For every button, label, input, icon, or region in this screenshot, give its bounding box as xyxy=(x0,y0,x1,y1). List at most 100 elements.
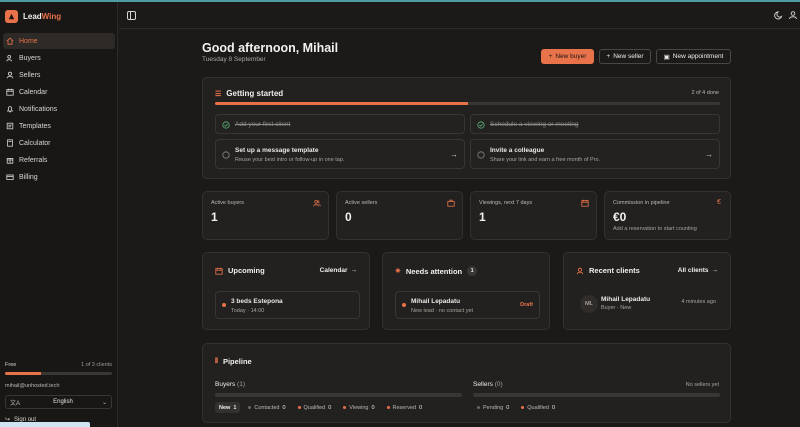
alert-icon: ✷ xyxy=(395,268,401,275)
translate-icon: 文A xyxy=(10,400,21,407)
sidebar-item-billing[interactable]: Billing xyxy=(3,169,115,185)
brand[interactable]: LeadWing xyxy=(5,10,61,23)
moon-icon[interactable] xyxy=(774,10,784,20)
task-title: Add your first client xyxy=(235,121,291,128)
stage-qualified[interactable]: Qualified 0 xyxy=(294,402,336,413)
sidebar-item-label: Calculator xyxy=(19,139,51,147)
client-name: Mihail Lepadatu xyxy=(601,296,651,303)
user-menu-icon[interactable] xyxy=(788,10,798,20)
stage-dot xyxy=(477,406,480,409)
users-icon xyxy=(313,199,321,207)
plan-name: Free xyxy=(5,362,17,368)
referral-icon xyxy=(6,158,14,164)
stage-pending[interactable]: Pending 0 xyxy=(473,402,513,413)
leadwing-logo-icon xyxy=(5,10,18,23)
sidebar-item-label: Referrals xyxy=(19,156,48,164)
new-seller-label: New seller xyxy=(613,53,644,60)
sidebar-item-notifications[interactable]: Notifications xyxy=(3,101,115,117)
upcoming-card: Upcoming Calendar → 3 beds Estepona Toda… xyxy=(202,252,370,330)
task-schedule-viewing[interactable]: Schedule a viewing or meeting xyxy=(470,114,720,134)
calendar-icon xyxy=(581,199,589,207)
stage-label: New xyxy=(219,404,231,411)
new-seller-button[interactable]: + New seller xyxy=(599,49,651,64)
stat-active-sellers[interactable]: Active sellers 0 xyxy=(336,191,463,240)
sidebar-item-home[interactable]: Home xyxy=(3,33,115,49)
sidebar-item-templates[interactable]: Templates xyxy=(3,118,115,134)
stage-label: Contacted xyxy=(254,404,280,411)
status-url-tooltip xyxy=(0,422,90,427)
user-icon xyxy=(6,71,14,79)
top-bar xyxy=(119,2,800,29)
plus-icon: + xyxy=(548,53,553,60)
attention-item[interactable]: Mihail Lepadatu New lead · no contact ye… xyxy=(395,291,540,319)
plus-icon: + xyxy=(606,53,611,60)
stage-reserved[interactable]: Reserved 0 xyxy=(383,402,427,413)
sidebar-item-label: Sellers xyxy=(19,71,41,79)
stage-viewing[interactable]: Viewing 0 xyxy=(339,402,378,413)
bell-icon xyxy=(6,106,14,113)
task-subtitle: Reuse your best intro or follow-up in on… xyxy=(235,157,345,163)
buyer-stages: New 1 Contacted 0 Qualified 0 Viewing 0 Rese… xyxy=(215,402,426,413)
briefcase-icon xyxy=(447,199,455,207)
sidebar-item-buyers[interactable]: Buyers xyxy=(3,50,115,66)
buyers-pipeline-bar xyxy=(215,393,462,397)
avatar: ML xyxy=(580,295,598,313)
status-dot xyxy=(402,303,406,307)
arrow-right-icon: → xyxy=(450,150,458,159)
calendar-link[interactable]: Calendar → xyxy=(320,267,357,274)
stage-dot xyxy=(343,406,347,409)
sidebar-item-sellers[interactable]: Sellers xyxy=(3,67,115,83)
arrow-right-icon: → xyxy=(711,267,719,274)
new-buyer-button[interactable]: + New buyer xyxy=(541,49,594,64)
stage-dot xyxy=(248,406,252,409)
sidebar-item-label: Templates xyxy=(19,122,51,130)
stage-seller-qualified[interactable]: Qualified 0 xyxy=(517,402,559,413)
plan-usage-fill xyxy=(5,372,41,375)
brand-name: LeadWing xyxy=(23,12,62,21)
stage-contacted[interactable]: Contacted 0 xyxy=(244,402,289,413)
arrow-right-icon: → xyxy=(350,267,358,274)
task-message-template[interactable]: Set up a message template Reuse your bes… xyxy=(215,139,465,169)
sidebar-item-calculator[interactable]: Calculator xyxy=(3,135,115,151)
draft-tag: Draft xyxy=(520,302,533,308)
upcoming-item-time: Today · 14:00 xyxy=(231,308,265,314)
task-invite-colleague[interactable]: Invite a colleague Share your link and e… xyxy=(470,139,720,169)
needs-attention-title: Needs attention xyxy=(405,266,463,276)
plan-usage: Free 1 of 3 clients xyxy=(5,362,112,375)
task-subtitle: Share your link and earn a free month of… xyxy=(490,157,601,163)
sidebar-toggle-icon[interactable] xyxy=(127,11,136,20)
stage-label: Qualified xyxy=(527,404,549,411)
user-icon xyxy=(576,267,584,274)
upcoming-item-title: 3 beds Estepona xyxy=(231,298,283,305)
sidebar-item-calendar[interactable]: Calendar xyxy=(3,84,115,100)
sellers-empty-note: No sellers yet xyxy=(685,382,719,388)
users-icon xyxy=(6,54,12,62)
sidebar-item-referrals[interactable]: Referrals xyxy=(3,152,115,168)
task-title: Invite a colleague xyxy=(490,147,545,154)
new-appointment-label: New appointment xyxy=(672,53,724,60)
current-date: Tuesday 8 September xyxy=(202,56,266,63)
stage-label: Pending xyxy=(483,404,504,411)
getting-started-progress xyxy=(215,102,720,105)
language-value: English xyxy=(53,399,73,405)
stat-commission[interactable]: Commission in pipeline €0 € Add a reserv… xyxy=(604,191,731,240)
stat-viewings[interactable]: Viewings, next 7 days 1 xyxy=(470,191,597,240)
stage-dot xyxy=(521,406,525,409)
check-circle-icon xyxy=(222,121,230,129)
euro-icon: € xyxy=(717,199,721,206)
recent-client-row[interactable]: ML Mihail Lepadatu Buyer · New 4 minutes… xyxy=(576,293,718,315)
stage-new[interactable]: New 1 xyxy=(215,402,241,413)
stat-active-buyers[interactable]: Active buyers 1 xyxy=(202,191,329,240)
language-select[interactable]: 文A English ⌄ xyxy=(5,395,112,409)
all-clients-link[interactable]: All clients → xyxy=(678,267,718,274)
task-add-first-client[interactable]: Add your first client xyxy=(215,114,465,134)
upcoming-item[interactable]: 3 beds Estepona Today · 14:00 xyxy=(215,291,360,319)
new-appointment-button[interactable]: ▣ New appointment xyxy=(656,49,731,64)
recent-clients-header: Recent clients xyxy=(576,266,640,275)
stat-label: Viewings, next 7 days xyxy=(479,200,533,206)
sidebar-item-label: Buyers xyxy=(19,54,41,62)
upcoming-header: Upcoming xyxy=(215,266,265,275)
calendar-plus-icon: ▣ xyxy=(663,53,670,61)
template-icon xyxy=(6,122,14,130)
stage-count: 0 xyxy=(282,404,286,411)
